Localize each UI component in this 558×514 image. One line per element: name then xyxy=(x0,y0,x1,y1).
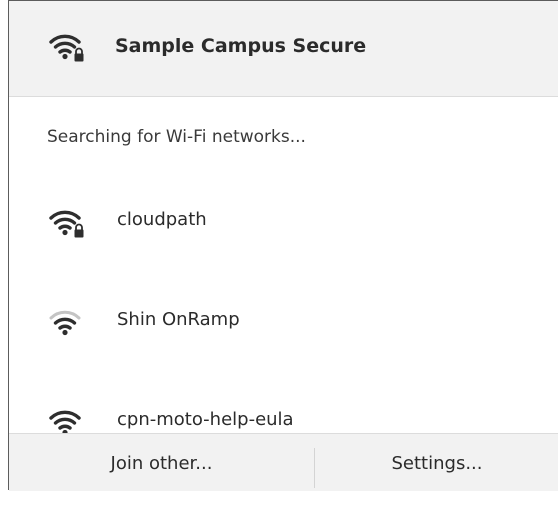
wifi-network-menu: Sample Campus Secure Searching for Wi-Fi… xyxy=(8,0,558,491)
network-item-shin-onramp[interactable]: Shin OnRamp xyxy=(9,295,558,351)
connected-network-name: Sample Campus Secure xyxy=(115,35,367,57)
network-name: Shin OnRamp xyxy=(117,309,240,330)
wifi-lock-icon xyxy=(49,209,87,239)
footer-bar: Join other... Settings... xyxy=(9,433,558,491)
wifi-lock-icon xyxy=(49,33,87,63)
connected-network-header[interactable]: Sample Campus Secure xyxy=(9,1,558,97)
network-item-cloudpath[interactable]: cloudpath xyxy=(9,195,558,251)
wifi-icon xyxy=(49,309,87,339)
network-name: cloudpath xyxy=(117,209,207,230)
search-status-text: Searching for Wi-Fi networks... xyxy=(47,127,306,147)
network-name: cpn-moto-help-eula xyxy=(117,409,294,430)
join-other-button[interactable]: Join other... xyxy=(9,434,314,492)
settings-button[interactable]: Settings... xyxy=(315,434,558,492)
